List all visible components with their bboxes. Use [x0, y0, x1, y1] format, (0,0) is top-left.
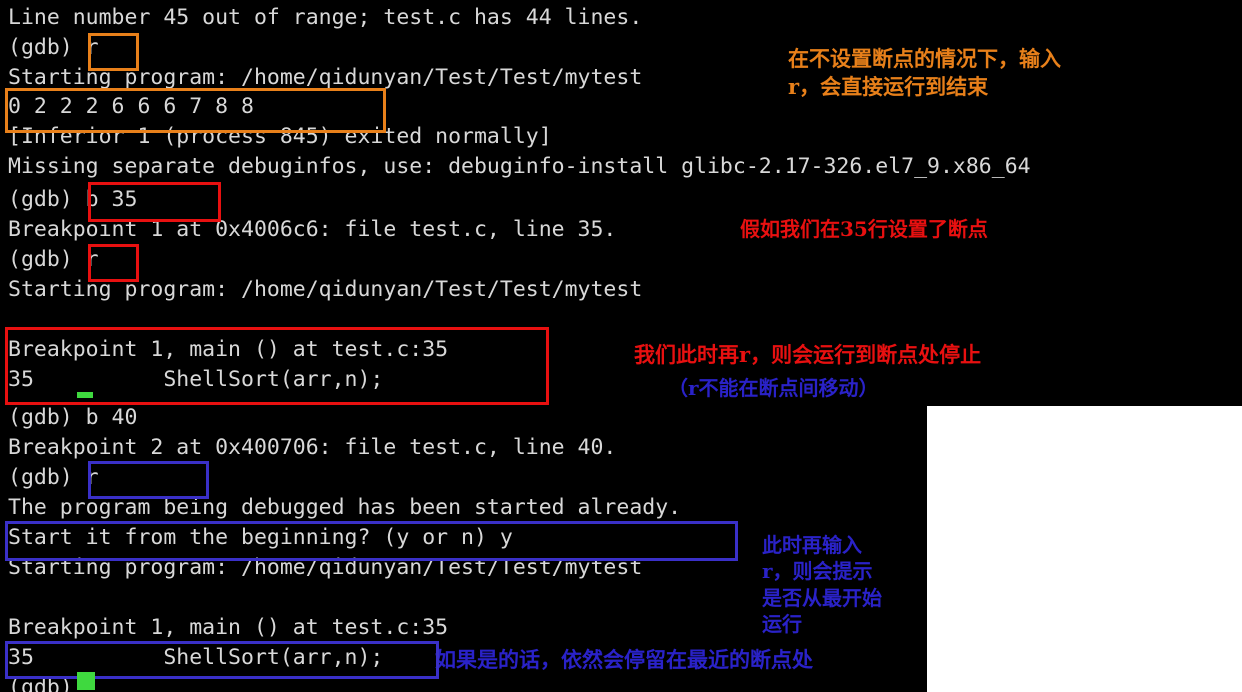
- note-stops-at-nearest-breakpoint: 如果是的话，依然会停留在最近的断点处: [435, 646, 813, 674]
- terminal-line: Breakpoint 1, main () at test.c:35: [8, 337, 449, 362]
- terminal-line: Breakpoint 1, main () at test.c:35: [8, 615, 449, 640]
- annotation-text-line: 我们此时再r，则会运行到断点处停止: [634, 342, 982, 367]
- terminal-line: The program being debugged has been star…: [8, 495, 682, 520]
- terminal-line: (gdb) r: [8, 35, 99, 60]
- terminal-line: [Inferior 1 (process 845) exited normall…: [8, 124, 552, 149]
- terminal-line: (gdb) b 40: [8, 405, 138, 430]
- terminal-line: 35 ShellSort(arr,n);: [8, 645, 384, 670]
- annotation-text-line: 假如我们在35行设置了断点: [740, 217, 988, 241]
- terminal-line: Line number 45 out of range; test.c has …: [8, 5, 643, 30]
- note-restart-prompt: 此时再输入 r，则会提示 是否从最开始 运行: [762, 532, 882, 638]
- note-breakpoint-at-35: 假如我们在35行设置了断点: [740, 216, 988, 242]
- terminal-line: Starting program: /home/qidunyan/Test/Te…: [8, 65, 643, 90]
- terminal-line: (gdb) r: [8, 247, 99, 272]
- terminal-line: 35 ShellSort(arr,n);: [8, 367, 384, 392]
- note-run-stops-at-breakpoint: 我们此时再r，则会运行到断点处停止: [634, 341, 981, 369]
- terminal-line: Starting program: /home/qidunyan/Test/Te…: [8, 555, 643, 580]
- annotation-text-line: 是否从最开始: [762, 585, 882, 610]
- terminal-line: Missing separate debuginfos, use: debugi…: [8, 154, 1031, 179]
- note-run-without-breakpoints: 在不设置断点的情况下，输入 r，会直接运行到结束: [788, 45, 1061, 100]
- annotation-text-line: 运行: [762, 612, 802, 637]
- annotation-text-line: r，会直接运行到结束: [788, 73, 989, 99]
- terminal-line: Start it from the beginning? (y or n) y: [8, 525, 513, 550]
- terminal-line: (gdb) r: [8, 465, 99, 490]
- note-r-cannot-move-between-breakpoints: （r不能在断点间移动）: [668, 375, 879, 401]
- terminal-screenshot: Line number 45 out of range; test.c has …: [0, 0, 1242, 692]
- annotation-text-line: 此时再输入: [762, 533, 862, 557]
- terminal-line: 0 2 2 2 6 6 6 7 8 8: [8, 94, 254, 119]
- terminal-line: (gdb) b 35: [8, 187, 138, 212]
- terminal-line: Breakpoint 2 at 0x400706: file test.c, l…: [8, 435, 617, 460]
- terminal-cursor-block-1: [77, 392, 93, 398]
- terminal-line: Starting program: /home/qidunyan/Test/Te…: [8, 277, 643, 302]
- annotation-text-line: （r不能在断点间移动）: [668, 376, 879, 400]
- terminal-line: (gdb): [8, 675, 73, 692]
- annotation-text-line: 如果是的话，依然会停留在最近的断点处: [435, 647, 813, 672]
- page-background-panel: [927, 406, 1242, 692]
- annotation-text-line: 在不设置断点的情况下，输入: [788, 46, 1061, 71]
- annotation-text-line: r，则会提示: [762, 559, 873, 584]
- terminal-line: Breakpoint 1 at 0x4006c6: file test.c, l…: [8, 217, 617, 242]
- terminal-cursor-block-2: [77, 672, 95, 690]
